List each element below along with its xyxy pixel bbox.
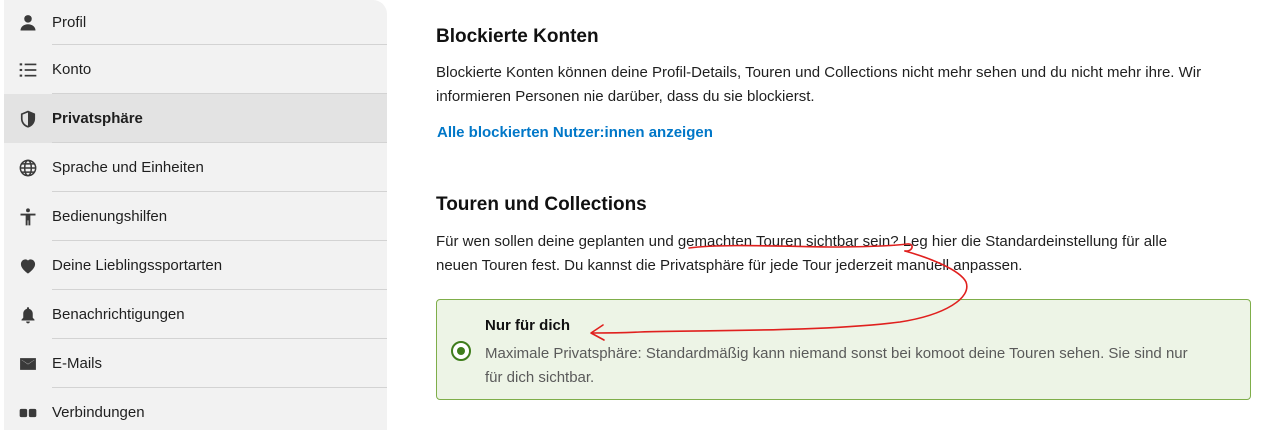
option-description-line1: Maximale Privatsphäre: Standardmäßig kan… xyxy=(485,345,1188,362)
link-icon xyxy=(18,403,38,423)
visibility-option-private[interactable]: Nur für dich Maximale Privatsphäre: Stan… xyxy=(436,299,1251,400)
heart-icon xyxy=(18,256,38,276)
blocked-accounts-title: Blockierte Konten xyxy=(436,26,599,47)
sidebar-item-label: Bedienungshilfen xyxy=(52,208,168,225)
sidebar-item-label: Privatsphäre xyxy=(52,110,143,127)
sidebar-item-benachrichtigungen[interactable]: Benachrichtigungen xyxy=(4,290,387,339)
globe-icon xyxy=(18,158,38,178)
tours-collections-title: Touren und Collections xyxy=(436,194,647,215)
sidebar-item-label: Konto xyxy=(52,61,92,78)
sidebar-item-label: Sprache und Einheiten xyxy=(52,159,204,176)
tours-collections-text-line2: neuen Touren fest. Du kannst die Privats… xyxy=(436,257,1023,274)
sidebar-item-label: E-Mails xyxy=(52,355,103,372)
sidebar-item-bedienungshilfen[interactable]: Bedienungshilfen xyxy=(4,192,387,241)
show-blocked-users-link[interactable]: Alle blockierten Nutzer:innen anzeigen xyxy=(437,124,713,141)
sidebar-item-label: Verbindungen xyxy=(52,404,145,421)
blocked-accounts-text-line2: informieren Personen nie darüber, dass d… xyxy=(436,88,815,105)
person-icon xyxy=(18,13,38,33)
blocked-accounts-text-line1: Blockierte Konten können deine Profil-De… xyxy=(436,64,1202,81)
sidebar-item-emails[interactable]: E-Mails xyxy=(4,339,387,388)
option-description-line2: für dich sichtbar. xyxy=(485,369,595,386)
accessibility-icon xyxy=(18,207,38,227)
bell-icon xyxy=(18,305,38,325)
sidebar-item-sportarten[interactable]: Deine Lieblingssportarten xyxy=(4,241,387,290)
sidebar-item-sprache[interactable]: Sprache und Einheiten xyxy=(4,143,387,192)
sidebar-item-konto[interactable]: Konto xyxy=(4,45,387,94)
radio-selected-icon[interactable] xyxy=(451,341,471,361)
option-title: Nur für dich xyxy=(485,317,570,334)
list-icon xyxy=(18,60,38,80)
sidebar-item-verbindungen[interactable]: Verbindungen xyxy=(4,388,387,430)
sidebar-item-label: Profil xyxy=(52,14,87,31)
tours-collections-text-line1: Für wen sollen deine geplanten und gemac… xyxy=(436,233,1168,250)
sidebar-item-privatsphaere[interactable]: Privatsphäre xyxy=(4,94,387,143)
mail-icon xyxy=(18,354,38,374)
sidebar-item-label: Deine Lieblingssportarten xyxy=(52,257,223,274)
settings-sidebar: Profil Konto Privatsphäre Sprache und Ei… xyxy=(4,0,387,430)
shield-icon xyxy=(18,109,38,129)
option-description: Maximale Privatsphäre: Standardmäßig kan… xyxy=(485,342,1235,390)
sidebar-item-profil[interactable]: Profil xyxy=(4,0,387,45)
sidebar-item-label: Benachrichtigungen xyxy=(52,306,185,323)
